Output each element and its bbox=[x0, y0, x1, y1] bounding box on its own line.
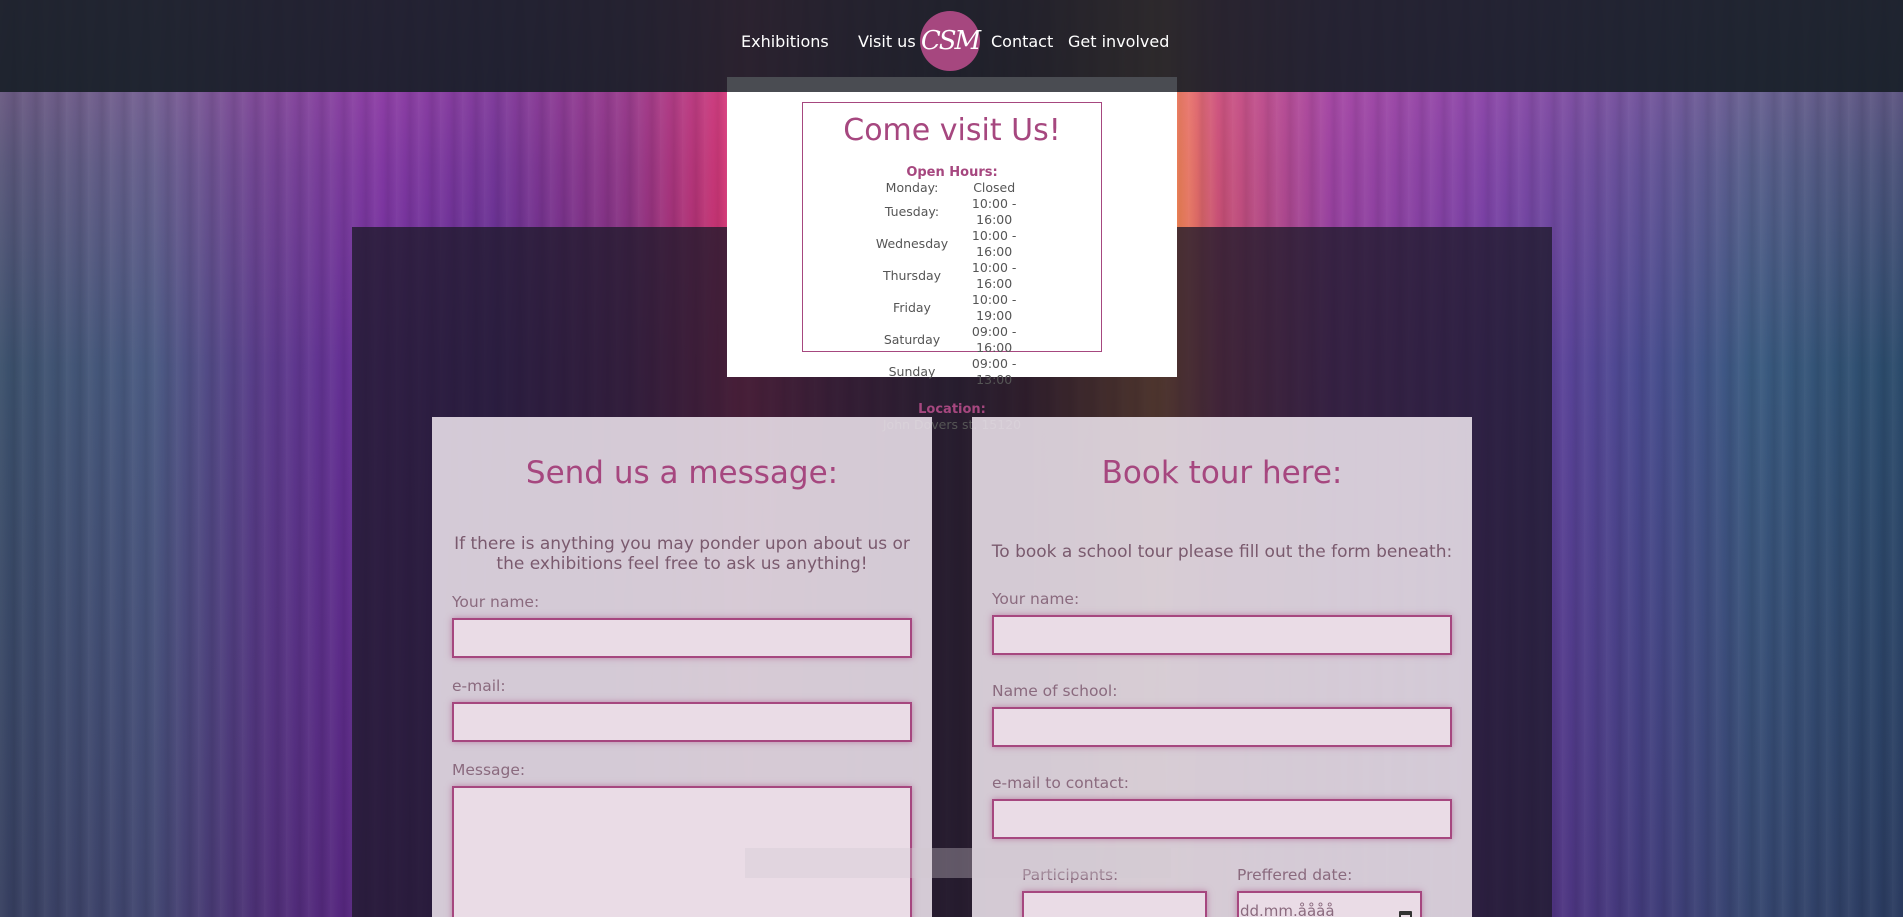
hours-day: Saturday bbox=[883, 332, 941, 347]
tour-name-label: Your name: bbox=[992, 590, 1080, 608]
site-logo[interactable]: CSM bbox=[920, 11, 981, 71]
tour-form-description: To book a school tour please fill out th… bbox=[991, 542, 1453, 562]
tour-email-label: e-mail to contact: bbox=[992, 774, 1129, 792]
hours-row: Sunday 09:00 - 13:00 bbox=[870, 356, 1034, 388]
hours-time: 10:00 - 16:00 bbox=[971, 260, 1017, 291]
nav-exhibitions[interactable]: Exhibitions bbox=[741, 32, 829, 51]
message-form-card: Send us a message: If there is anything … bbox=[432, 417, 932, 917]
hours-day: Tuesday: bbox=[884, 204, 940, 219]
hours-day: Wednesday bbox=[875, 236, 949, 251]
calendar-icon[interactable] bbox=[1399, 910, 1412, 917]
nav-get-involved[interactable]: Get involved bbox=[1068, 32, 1169, 51]
visit-info-box: Come visit Us! Open Hours: Monday: Closed… bbox=[802, 102, 1102, 432]
hours-row: Monday: Closed bbox=[870, 180, 1034, 196]
hours-row: Friday 10:00 - 19:00 bbox=[870, 292, 1034, 324]
hours-row: Tuesday: 10:00 - 16:00 bbox=[870, 196, 1034, 228]
nav-contact[interactable]: Contact bbox=[991, 32, 1053, 51]
hours-time: 09:00 - 16:00 bbox=[971, 324, 1017, 355]
message-name-input[interactable] bbox=[452, 618, 912, 658]
hours-row: Wednesday 10:00 - 16:00 bbox=[870, 228, 1034, 260]
message-form-description: If there is anything you may ponder upon… bbox=[454, 534, 910, 574]
message-email-input[interactable] bbox=[452, 702, 912, 742]
message-email-label: e-mail: bbox=[452, 677, 506, 695]
hours-day: Sunday bbox=[888, 364, 936, 379]
hours-row: Thursday 10:00 - 16:00 bbox=[870, 260, 1034, 292]
participants-input[interactable] bbox=[1022, 891, 1207, 917]
translucent-overlay-bar bbox=[745, 848, 1171, 878]
tour-form-card: Book tour here: To book a school tour pl… bbox=[972, 417, 1472, 917]
preferred-date-label: Preffered date: bbox=[1237, 866, 1353, 884]
tour-name-input[interactable] bbox=[992, 615, 1452, 655]
date-placeholder: dd.mm.åååå bbox=[1240, 902, 1335, 917]
hours-row: Saturday 09:00 - 16:00 bbox=[870, 324, 1034, 356]
school-name-input[interactable] bbox=[992, 707, 1452, 747]
preferred-date-input[interactable]: dd.mm.åååå bbox=[1237, 891, 1422, 917]
school-name-label: Name of school: bbox=[992, 682, 1118, 700]
hours-day: Thursday bbox=[882, 268, 942, 283]
hours-time: Closed bbox=[973, 180, 1016, 195]
message-name-label: Your name: bbox=[452, 593, 540, 611]
hours-time: 10:00 - 16:00 bbox=[971, 196, 1017, 227]
message-text-label: Message: bbox=[452, 761, 526, 779]
open-hours-label: Open Hours: bbox=[906, 165, 998, 180]
hours-day: Monday: bbox=[885, 180, 939, 195]
visit-title: Come visit Us! bbox=[843, 113, 1061, 148]
hours-time: 09:00 - 13:00 bbox=[971, 356, 1017, 387]
nav-visit-us[interactable]: Visit us bbox=[858, 32, 916, 51]
hours-day: Friday bbox=[893, 300, 931, 315]
visit-card-header-strip bbox=[727, 77, 1177, 92]
open-hours-table: Monday: Closed Tuesday: 10:00 - 16:00 Wedn… bbox=[870, 180, 1034, 388]
location-label: Location: bbox=[918, 402, 986, 417]
hours-time: 10:00 - 19:00 bbox=[971, 292, 1017, 323]
hours-time: 10:00 - 16:00 bbox=[971, 228, 1017, 259]
tour-form-title: Book tour here: bbox=[1101, 455, 1343, 491]
message-form-title: Send us a message: bbox=[525, 455, 839, 491]
tour-email-input[interactable] bbox=[992, 799, 1452, 839]
